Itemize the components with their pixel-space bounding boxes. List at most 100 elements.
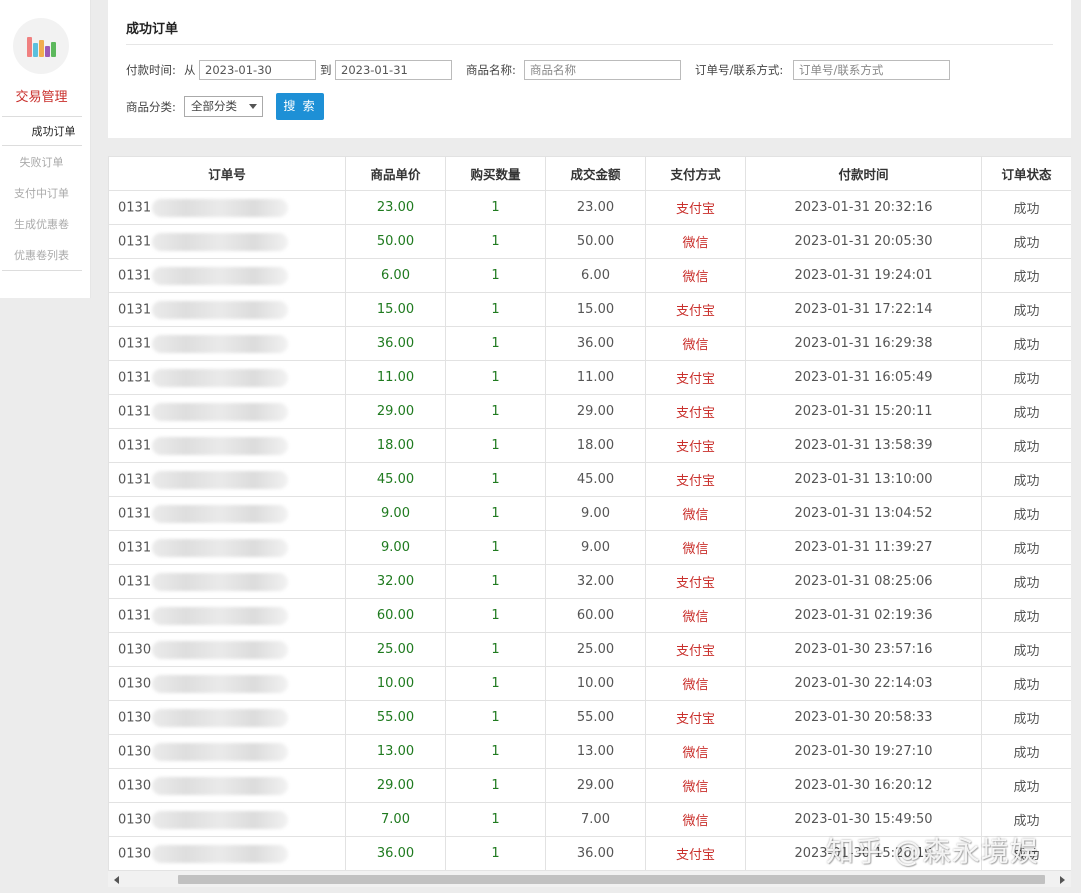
amount-cell-text: 36.00 [576,336,615,351]
quantity-cell: 1 [445,258,546,293]
pay-time-cell-text: 2023-01-31 08:25:06 [794,574,933,589]
status-cell-text: 成功 [1013,202,1040,217]
unit-price-cell-text: 13.00 [376,744,415,759]
sidebar-item-paying-orders[interactable]: 支付中订单 [0,185,83,201]
column-header-amount[interactable]: 成交金额 [545,156,646,191]
redacted-order-number [152,334,289,353]
status-cell: 成功 [981,700,1071,735]
order-number-cell-text: 0131 [118,370,152,385]
quantity-cell: 1 [445,462,546,497]
table-row[interactable]: 0130 55.00 1 55.00 支付宝 2023-01-30 20:58:33 成功 [108,700,1071,735]
quantity-cell-text: 1 [491,574,500,589]
unit-price-cell: 29.00 [345,768,446,803]
order-number-cell: 0131 [108,326,346,361]
orders-table-container: 订单号 商品单价 购买数量 成交金额 支付方式 付款时间 订单状态 0131 23… [108,156,1071,870]
table-row[interactable]: 0131 29.00 1 29.00 支付宝 2023-01-31 15:20:11 成功 [108,394,1071,429]
column-header-payment-method[interactable]: 支付方式 [645,156,746,191]
table-row[interactable]: 0130 10.00 1 10.00 微信 2023-01-30 22:14:03 成功 [108,666,1071,701]
status-cell-text: 成功 [1013,236,1040,251]
amount-cell: 25.00 [545,632,646,667]
unit-price-cell: 36.00 [345,326,446,361]
column-header-status[interactable]: 订单状态 [981,156,1071,191]
order-number-cell-text: 0130 [118,676,152,691]
payment-method-cell-text: 支付宝 [675,712,715,727]
column-header-unit-price[interactable]: 商品单价 [345,156,446,191]
amount-cell-text: 29.00 [576,404,615,419]
scroll-right-arrow-icon[interactable] [1060,876,1065,884]
divider [126,44,1053,45]
sidebar-item-success-orders[interactable]: 成功订单 [12,123,95,139]
payment-method-cell-text: 支付宝 [675,372,715,387]
divider [2,116,82,117]
table-row[interactable]: 0131 15.00 1 15.00 支付宝 2023-01-31 17:22:14 成功 [108,292,1071,327]
amount-cell: 7.00 [545,802,646,837]
table-header-row: 订单号 商品单价 购买数量 成交金额 支付方式 付款时间 订单状态 [108,156,1071,191]
pay-time-cell: 2023-01-31 13:58:39 [745,428,982,463]
status-cell-text: 成功 [1013,576,1040,591]
table-row[interactable]: 0131 36.00 1 36.00 微信 2023-01-31 16:29:38 成功 [108,326,1071,361]
table-row[interactable]: 0130 13.00 1 13.00 微信 2023-01-30 19:27:10 成功 [108,734,1071,769]
table-row[interactable]: 0131 9.00 1 9.00 微信 2023-01-31 13:04:52 成功 [108,496,1071,531]
redacted-order-number [152,674,289,693]
payment-method-cell-text: 微信 [682,678,709,693]
amount-cell-text: 50.00 [576,234,615,249]
table-row[interactable]: 0131 11.00 1 11.00 支付宝 2023-01-31 16:05:49 成功 [108,360,1071,395]
sidebar-item-create-coupon[interactable]: 生成优惠卷 [0,216,83,232]
search-button[interactable]: 搜 索 [276,93,324,120]
pay-time-cell: 2023-01-31 17:22:14 [745,292,982,327]
status-cell-text: 成功 [1013,270,1040,285]
table-row[interactable]: 0131 45.00 1 45.00 支付宝 2023-01-31 13:10:00 成功 [108,462,1071,497]
order-contact-input[interactable] [793,60,950,80]
redacted-order-number [152,198,289,217]
pay-time-cell-text: 2023-01-31 15:20:11 [794,404,933,419]
order-number-cell: 0130 [108,802,346,837]
product-name-input[interactable] [524,60,681,80]
table-row[interactable]: 0131 60.00 1 60.00 微信 2023-01-31 02:19:36 成功 [108,598,1071,633]
unit-price-cell-text: 9.00 [381,540,410,555]
amount-cell: 36.00 [545,326,646,361]
order-number-cell: 0131 [108,258,346,293]
table-row[interactable]: 0130 29.00 1 29.00 微信 2023-01-30 16:20:12 成功 [108,768,1071,803]
horizontal-scrollbar[interactable] [108,870,1071,887]
search-panel: 成功订单 付款时间: 从 到 商品名称: 订单号/联系方式: 商品分类: 全部分… [108,0,1071,138]
redacted-order-number [152,368,289,387]
pay-time-cell: 2023-01-31 20:05:30 [745,224,982,259]
date-to-input[interactable] [335,60,452,80]
column-header-order-no[interactable]: 订单号 [108,156,346,191]
table-row[interactable]: 0131 50.00 1 50.00 微信 2023-01-31 20:05:30 成功 [108,224,1071,259]
order-number-cell-text: 0130 [118,812,152,827]
payment-method-cell-text: 支付宝 [675,474,715,489]
logo-bar [33,43,38,57]
sidebar-item-coupon-list[interactable]: 优惠卷列表 [0,247,83,263]
column-header-quantity[interactable]: 购买数量 [445,156,546,191]
sidebar: 交易管理 成功订单 失败订单 支付中订单 生成优惠卷 优惠卷列表 [0,0,91,298]
unit-price-cell-text: 29.00 [376,778,415,793]
payment-method-cell: 支付宝 [645,564,746,599]
date-from-input[interactable] [199,60,316,80]
unit-price-cell-text: 18.00 [376,438,415,453]
sidebar-item-failed-orders[interactable]: 失败订单 [0,154,83,170]
order-number-cell: 0131 [108,496,346,531]
unit-price-cell: 18.00 [345,428,446,463]
pay-time-cell: 2023-01-31 08:25:06 [745,564,982,599]
status-cell: 成功 [981,292,1071,327]
payment-method-cell: 微信 [645,258,746,293]
table-row[interactable]: 0131 6.00 1 6.00 微信 2023-01-31 19:24:01 成功 [108,258,1071,293]
quantity-cell-text: 1 [491,336,500,351]
scrollbar-thumb[interactable] [178,875,1045,884]
table-row[interactable]: 0131 32.00 1 32.00 支付宝 2023-01-31 08:25:06 成功 [108,564,1071,599]
scroll-left-arrow-icon[interactable] [114,876,119,884]
table-row[interactable]: 0131 18.00 1 18.00 支付宝 2023-01-31 13:58:39 成功 [108,428,1071,463]
table-row[interactable]: 0131 23.00 1 23.00 支付宝 2023-01-31 20:32:16 成功 [108,190,1071,225]
column-header-pay-time[interactable]: 付款时间 [745,156,982,191]
payment-method-cell: 支付宝 [645,394,746,429]
quantity-cell: 1 [445,700,546,735]
unit-price-cell: 7.00 [345,802,446,837]
category-select-value: 全部分类 [191,99,237,113]
table-row[interactable]: 0130 25.00 1 25.00 支付宝 2023-01-30 23:57:16 成功 [108,632,1071,667]
category-select[interactable]: 全部分类 [184,96,263,117]
quantity-cell-text: 1 [491,506,500,521]
unit-price-cell: 23.00 [345,190,446,225]
amount-cell-text: 60.00 [576,608,615,623]
table-row[interactable]: 0131 9.00 1 9.00 微信 2023-01-31 11:39:27 成功 [108,530,1071,565]
